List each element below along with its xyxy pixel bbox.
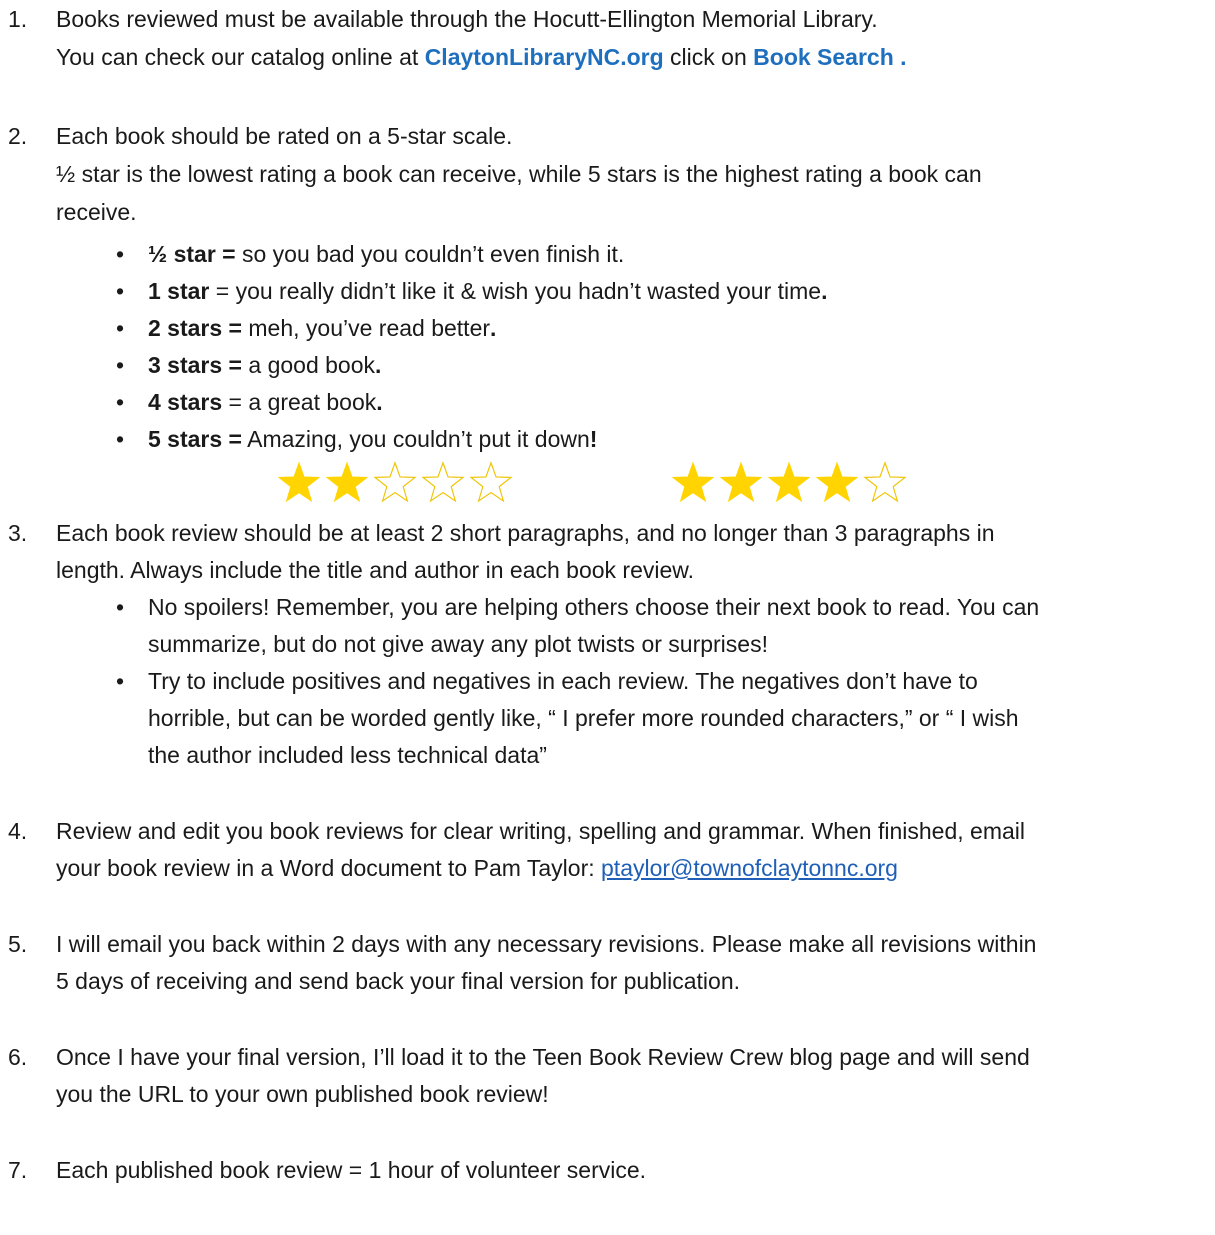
star-outline-icon	[469, 461, 513, 503]
document: 1. Books reviewed must be available thro…	[0, 0, 1215, 1235]
bullet-text-line3: the author included less technical data”	[148, 742, 547, 768]
catalog-link[interactable]: ClaytonLibraryNC.org	[425, 44, 664, 70]
item-number: 2.	[8, 123, 28, 149]
rating-end: .	[375, 352, 382, 378]
item-number: 1.	[8, 6, 28, 32]
star-filled-icon	[719, 461, 763, 503]
item-text-line3: receive.	[56, 199, 137, 225]
bullet-text: 1 star = you really didn’t like it & wis…	[148, 278, 827, 305]
bullet-icon: •	[116, 426, 125, 452]
rating-label: ½ star =	[148, 241, 236, 267]
bullet-text: Try to include positives and negatives i…	[148, 668, 978, 694]
star-filled-icon	[671, 461, 715, 503]
bullet-text: 4 stars = a great book.	[148, 389, 383, 416]
item-text: Each published book review = 1 hour of v…	[56, 1157, 647, 1183]
bullet-icon: •	[116, 315, 125, 341]
bullet-text-line2: summarize, but do not give away any plot…	[148, 631, 768, 657]
star-rating-example-2	[276, 460, 516, 510]
rating-end: .	[821, 278, 828, 304]
rating-end: !	[589, 426, 598, 452]
item-text-line2: 5 days of receiving and send back your f…	[56, 968, 741, 994]
item-text: Review and edit you book reviews for cle…	[56, 818, 1026, 844]
book-search-link[interactable]: Book Search .	[753, 44, 906, 70]
item-number: 6.	[8, 1044, 28, 1070]
star-filled-icon	[767, 461, 811, 503]
item-text: Each book review should be at least 2 sh…	[56, 520, 995, 546]
rating-label: 3 stars =	[148, 352, 242, 378]
rating-desc: meh, you’ve read better	[242, 315, 491, 341]
bullet-text: 5 stars = Amazing, you couldn’t put it d…	[148, 426, 597, 453]
rating-desc: Amazing, you couldn’t put it down	[242, 426, 590, 452]
star-filled-icon	[325, 461, 369, 503]
rating-label: 5 stars =	[148, 426, 242, 452]
rating-label: 4 stars	[148, 389, 223, 415]
item-text: I will email you back within 2 days with…	[56, 931, 1037, 957]
rating-label: 2 stars =	[148, 315, 242, 341]
item-number: 3.	[8, 520, 28, 546]
item-text: Books reviewed must be available through…	[56, 6, 878, 32]
text-fragment: You can check our catalog online at	[56, 44, 425, 70]
item-text-line2: length. Always include the title and aut…	[56, 557, 695, 583]
item-text: Once I have your final version, I’ll loa…	[56, 1044, 1030, 1070]
rating-end: .	[376, 389, 383, 415]
star-outline-icon	[373, 461, 417, 503]
item-text: Each book should be rated on a 5-star sc…	[56, 123, 513, 149]
star-outline-icon	[863, 461, 907, 503]
bullet-icon: •	[116, 278, 125, 304]
rating-desc: = you really didn’t like it & wish you h…	[209, 278, 822, 304]
bullet-text: 2 stars = meh, you’ve read better.	[148, 315, 496, 342]
item-text-line2: ½ star is the lowest rating a book can r…	[56, 161, 982, 187]
star-outline-icon	[421, 461, 465, 503]
bullet-icon: •	[116, 668, 125, 694]
star-rating-example-4	[670, 460, 910, 510]
bullet-icon: •	[116, 594, 125, 620]
rating-desc: = a great book	[222, 389, 377, 415]
item-text-line2: you the URL to your own published book r…	[56, 1081, 549, 1107]
item-text-line2: You can check our catalog online at Clay…	[56, 44, 907, 71]
star-filled-icon	[815, 461, 859, 503]
bullet-text: ½ star = so you bad you couldn’t even fi…	[148, 241, 624, 268]
item-number: 4.	[8, 818, 28, 844]
rating-desc: a good book	[242, 352, 376, 378]
bullet-icon: •	[116, 389, 125, 415]
item-number: 7.	[8, 1157, 28, 1183]
bullet-text: No spoilers! Remember, you are helping o…	[148, 594, 1040, 620]
bullet-icon: •	[116, 352, 125, 378]
email-link[interactable]: ptaylor@townofclaytonnc.org	[601, 855, 898, 881]
rating-end: .	[490, 315, 497, 341]
rating-desc: so you bad you couldn’t even finish it.	[235, 241, 625, 267]
text-fragment: your book review in a Word document to P…	[56, 855, 602, 881]
rating-label: 1 star	[148, 278, 210, 304]
star-filled-icon	[277, 461, 321, 503]
bullet-icon: •	[116, 241, 125, 267]
bullet-text: 3 stars = a good book.	[148, 352, 381, 379]
item-text-line2: your book review in a Word document to P…	[56, 855, 898, 882]
bullet-text-line2: horrible, but can be worded gently like,…	[148, 705, 1019, 731]
text-fragment: click on	[663, 44, 754, 70]
item-number: 5.	[8, 931, 28, 957]
